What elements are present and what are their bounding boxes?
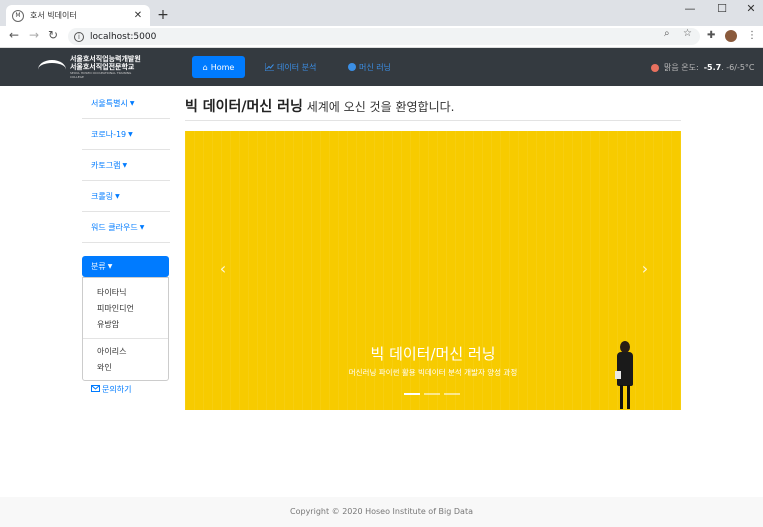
- hero-carousel: ‹ › 빅 데이터/머신 러닝 머신러닝 파이썬 활용 빅데이터 분석 개발자 …: [185, 131, 681, 410]
- sidebar-item-wordcloud[interactable]: 워드 클라우드 ▼: [82, 212, 170, 243]
- page-title: 빅 데이터/머신 러닝 세계에 오신 것을 환영합니다.: [185, 96, 454, 116]
- tab-close-icon[interactable]: ✕: [132, 10, 144, 21]
- sidebar-item-label: 서울특별시: [91, 98, 128, 108]
- nav-link-machine-learning[interactable]: 머신 러닝: [348, 62, 391, 73]
- nav-link-data-analysis[interactable]: 데이터 분석: [264, 62, 317, 73]
- nav-link-label: 머신 러닝: [359, 63, 391, 72]
- dropdown-label: 분류: [91, 262, 106, 271]
- browser-menu-icon[interactable]: ⋮: [747, 30, 757, 41]
- sidebar-item-seoul[interactable]: 서울특별시 ▼: [82, 88, 170, 119]
- dropdown-item-wine[interactable]: 와인: [83, 359, 168, 375]
- contact-link[interactable]: 문의하기: [91, 384, 131, 395]
- carousel-indicator-3[interactable]: [444, 393, 460, 395]
- globe-icon: [348, 62, 356, 73]
- profile-avatar[interactable]: [725, 30, 737, 42]
- nav-home-label: Home: [210, 62, 235, 72]
- logo-subtext: SEOUL HOSEO OCCUPATIONAL TRAINING COLLEG…: [69, 71, 132, 79]
- caret-down-icon: ▼: [129, 99, 135, 107]
- classification-dropdown-menu: 타이타닉 피마인디언 유방암 아이리스 와인: [82, 277, 169, 381]
- weather-label: 맑음 온도:: [664, 63, 699, 72]
- browser-titlebar: M 호서 빅데이터 ✕ + — ☐ ✕: [0, 0, 763, 26]
- caret-down-icon: ▼: [122, 161, 128, 169]
- heading-divider: [185, 120, 681, 121]
- sidebar-item-label: 코로나-19: [91, 129, 127, 139]
- dropdown-divider: [83, 338, 168, 339]
- carousel-prev-button[interactable]: ‹: [213, 259, 233, 278]
- carousel-indicator-1[interactable]: [404, 393, 420, 395]
- page-footer: Copyright © 2020 Hoseo Institute of Big …: [0, 497, 763, 527]
- logo-mark-icon: [36, 56, 70, 78]
- weather-dot-icon: [651, 63, 659, 72]
- carousel-caption-title: 빅 데이터/머신 러닝: [370, 345, 496, 363]
- browser-toolbar: ← → ↻ i localhost:5000 ⌕ ☆ ✚ ⋮: [0, 26, 763, 48]
- reload-button[interactable]: ↻: [45, 28, 61, 42]
- carousel-indicators: [404, 393, 460, 395]
- sidebar-item-crawling[interactable]: 크롤링 ▼: [82, 181, 170, 212]
- caret-down-icon: ▼: [115, 192, 120, 200]
- footer-copyright: Copyright © 2020 Hoseo Institute of Big …: [290, 507, 473, 516]
- new-tab-button[interactable]: +: [155, 7, 171, 23]
- carousel-next-button[interactable]: ›: [635, 259, 655, 278]
- home-icon: ⌂: [202, 62, 208, 72]
- sidebar-item-covid[interactable]: 코로나-19 ▼: [82, 119, 170, 150]
- caret-down-icon: ▼: [139, 223, 145, 231]
- sidebar: 서울특별시 ▼ 코로나-19 ▼ 카토그램 ▼ 크롤링 ▼ 워드 클라우드 ▼ 분류 ▼ 타…: [82, 88, 170, 394]
- dropdown-item-titanic[interactable]: 타이타닉: [83, 284, 168, 300]
- back-button[interactable]: ←: [6, 28, 22, 42]
- site-info-icon[interactable]: i: [74, 31, 84, 42]
- browser-tab[interactable]: M 호서 빅데이터 ✕: [6, 5, 150, 26]
- close-window-button[interactable]: ✕: [741, 2, 761, 15]
- sidebar-item-label: 크롤링: [91, 191, 114, 201]
- envelope-icon: [91, 385, 100, 394]
- zoom-icon[interactable]: ⌕: [664, 28, 670, 39]
- maximize-button[interactable]: ☐: [712, 2, 732, 15]
- weather-value: -5.7: [703, 63, 722, 72]
- minimize-button[interactable]: —: [680, 2, 700, 15]
- carousel-caption-subtitle: 머신러닝 파이썬 활용 빅데이터 분석 개발자 양성 과정: [348, 368, 518, 377]
- classification-dropdown-button[interactable]: 분류 ▼: [82, 256, 169, 277]
- bookmark-star-icon[interactable]: ☆: [683, 28, 692, 39]
- extensions-icon[interactable]: ✚: [707, 30, 715, 41]
- dropdown-item-iris[interactable]: 아이리스: [83, 343, 168, 359]
- weather-range: . -6/-5°C: [721, 63, 755, 72]
- nav-link-label: 데이터 분석: [277, 63, 317, 72]
- forward-button[interactable]: →: [26, 28, 42, 42]
- logo-text-2: 서울호서직업전문학교: [69, 63, 135, 71]
- carousel-indicator-2[interactable]: [424, 393, 440, 395]
- address-bar[interactable]: i localhost:5000: [68, 28, 700, 45]
- dropdown-item-breast-cancer[interactable]: 유방암: [83, 316, 168, 332]
- contact-label: 문의하기: [102, 385, 132, 394]
- page-title-rest: 세계에 오신 것을 환영합니다.: [302, 100, 455, 114]
- logo-text-1: 서울호서직업능력개발원: [69, 55, 141, 63]
- caret-down-icon: ▼: [107, 263, 113, 270]
- dropdown-item-pima[interactable]: 피마인디언: [83, 300, 168, 316]
- nav-home-button[interactable]: ⌂ Home: [192, 56, 245, 78]
- sidebar-item-label: 워드 클라우드: [91, 222, 138, 232]
- page-title-bold: 빅 데이터/머신 러닝: [185, 99, 303, 115]
- chart-icon: [264, 62, 274, 73]
- weather-status: 맑음 온도: -5.7 . -6/-5°C: [651, 62, 755, 73]
- sidebar-item-label: 카토그램: [91, 160, 121, 170]
- sidebar-item-cartogram[interactable]: 카토그램 ▼: [82, 150, 170, 181]
- site-logo[interactable]: 서울호서직업능력개발원 서울호서직업전문학교 SEOUL HOSEO OCCUP…: [36, 54, 146, 80]
- tab-title: 호서 빅데이터: [30, 11, 77, 20]
- site-navbar: 서울호서직업능력개발원 서울호서직업전문학교 SEOUL HOSEO OCCUP…: [0, 48, 763, 86]
- tab-favicon-icon: M: [12, 9, 24, 22]
- caret-down-icon: ▼: [128, 130, 133, 138]
- url-text[interactable]: localhost:5000: [90, 32, 156, 42]
- person-legs: [620, 385, 630, 409]
